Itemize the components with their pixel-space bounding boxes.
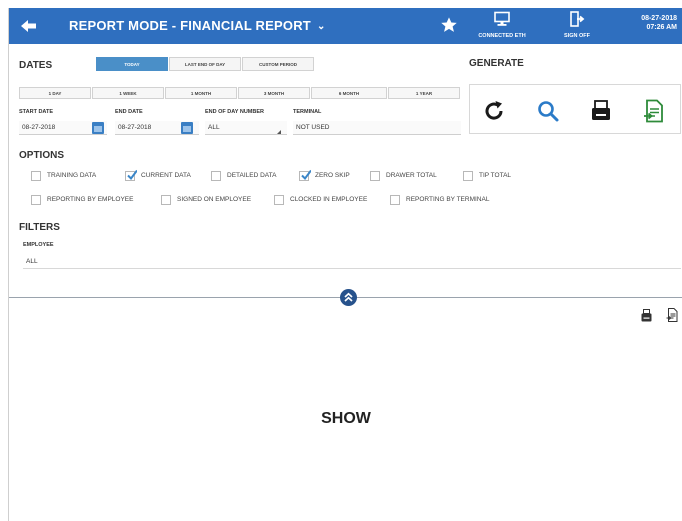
show-label[interactable]: SHOW <box>9 410 682 428</box>
star-icon[interactable] <box>440 16 458 34</box>
checkbox[interactable] <box>31 171 41 181</box>
checkbox[interactable] <box>211 171 221 181</box>
datetime-display: 08-27-2018 07:26 AM <box>641 14 677 32</box>
chevron-up-double-icon <box>344 292 353 302</box>
tab-today[interactable]: TODAY <box>96 57 168 71</box>
range-1-year[interactable]: 1 YEAR <box>388 87 460 99</box>
range-1-week[interactable]: 1 WEEK <box>92 87 164 99</box>
sign-off-icon <box>570 11 585 27</box>
end-of-day-number-select[interactable]: ALL <box>205 121 287 135</box>
export-icon[interactable] <box>642 99 666 123</box>
checkbox-checked[interactable] <box>125 169 137 181</box>
checkbox[interactable] <box>463 171 473 181</box>
start-date-label: START DATE <box>19 109 54 115</box>
option-label: REPORTING BY TERMINAL <box>406 196 490 203</box>
tab-custom-period[interactable]: CUSTOM PERIOD <box>242 57 314 71</box>
employee-label: EMPLOYEE <box>23 242 54 248</box>
option-label: CURRENT DATA <box>141 172 191 179</box>
terminal-field[interactable]: NOT USED <box>293 121 461 135</box>
option-label: TRAINING DATA <box>47 172 97 179</box>
range-6-month[interactable]: 6 MONTH <box>311 87 387 99</box>
header-time: 07:26 AM <box>646 24 677 31</box>
connected-eth-label: CONNECTED ETH <box>478 33 526 39</box>
dropdown-arrow-icon <box>277 130 281 134</box>
option-label: CLOCKED IN EMPLOYEE <box>290 196 368 203</box>
checkbox-checked[interactable] <box>299 169 311 181</box>
checkbox[interactable] <box>31 195 41 205</box>
dates-heading: DATES <box>19 60 53 71</box>
checkbox[interactable] <box>161 195 171 205</box>
end-of-day-number-label: END OF DAY NUMBER <box>205 109 264 115</box>
chevron-down-icon: ⌄ <box>316 21 326 32</box>
checkmark-icon <box>127 169 137 181</box>
app-window: REPORT MODE - FINANCIAL REPORT ⌄ CONNECTE… <box>8 8 682 521</box>
checkmark-icon <box>301 169 311 181</box>
page-title[interactable]: REPORT MODE - FINANCIAL REPORT ⌄ <box>69 18 326 33</box>
options-heading: OPTIONS <box>19 150 65 161</box>
checkbox[interactable] <box>390 195 400 205</box>
print-icon[interactable] <box>641 309 652 322</box>
option-label: REPORTING BY EMPLOYEE <box>47 196 134 203</box>
range-3-month[interactable]: 3 MONTH <box>238 87 310 99</box>
sign-off-label: SIGN OFF <box>564 33 590 39</box>
employee-filter-select[interactable]: ALL <box>23 255 681 269</box>
option-label: SIGNED ON EMPLOYEE <box>177 196 252 203</box>
end-calendar-icon[interactable] <box>181 122 193 134</box>
tab-last-end-of-day[interactable]: LAST END OF DAY <box>169 57 241 71</box>
sign-off-button[interactable]: SIGN OFF <box>557 11 597 39</box>
range-1-day[interactable]: 1 DAY <box>19 87 91 99</box>
option-label: ZERO SKIP <box>315 172 350 179</box>
option-label: TIP TOTAL <box>479 172 512 179</box>
export-icon[interactable] <box>666 308 678 322</box>
filters-heading: FILTERS <box>19 222 60 233</box>
title-bar: REPORT MODE - FINANCIAL REPORT ⌄ CONNECTE… <box>9 8 682 44</box>
collapse-button[interactable] <box>340 289 357 306</box>
search-icon[interactable] <box>536 99 560 123</box>
start-calendar-icon[interactable] <box>92 122 104 134</box>
range-1-month[interactable]: 1 MONTH <box>165 87 237 99</box>
end-date-label: END DATE <box>115 109 143 115</box>
back-arrow-icon[interactable] <box>19 17 39 35</box>
generate-panel <box>469 84 681 134</box>
checkbox[interactable] <box>370 171 380 181</box>
generate-heading: GENERATE <box>469 58 524 69</box>
checkbox[interactable] <box>274 195 284 205</box>
connected-eth-button[interactable]: CONNECTED ETH <box>472 11 532 39</box>
page-title-text: REPORT MODE - FINANCIAL REPORT <box>69 18 311 33</box>
network-icon <box>494 11 510 26</box>
option-label: DRAWER TOTAL <box>386 172 437 179</box>
header-date: 08-27-2018 <box>641 15 677 22</box>
refresh-icon[interactable] <box>482 99 506 123</box>
terminal-label: TERMINAL <box>293 109 322 115</box>
print-icon[interactable] <box>589 99 613 123</box>
option-label: DETAILED DATA <box>227 172 277 179</box>
